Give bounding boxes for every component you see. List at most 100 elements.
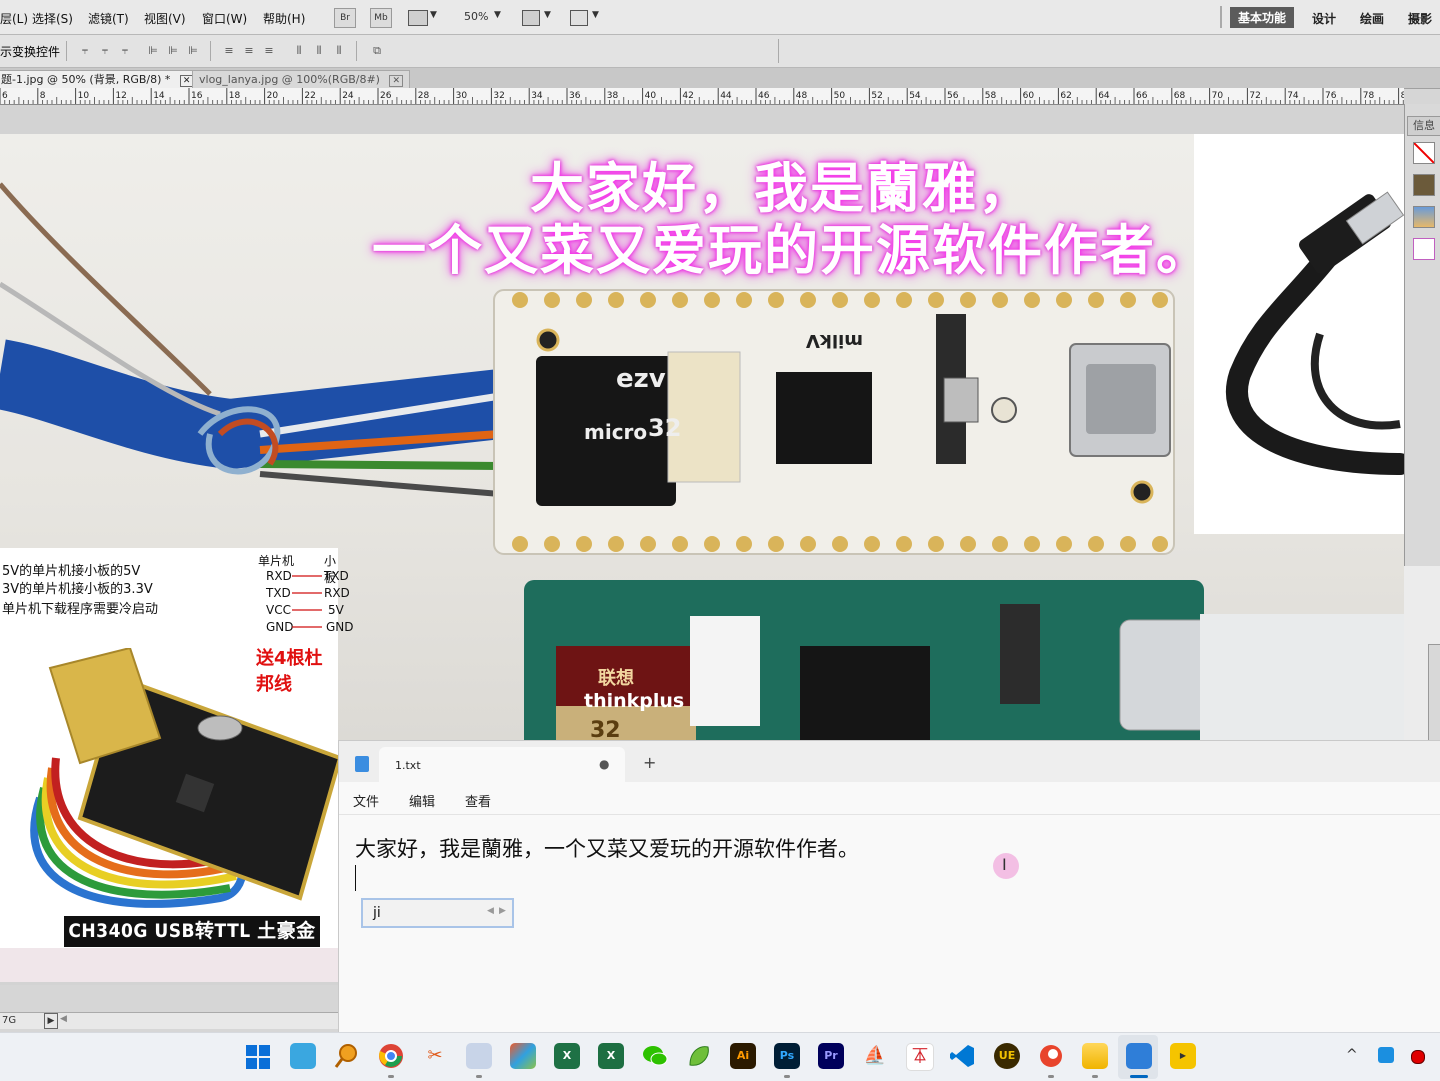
show-transform-controls-label[interactable]: 示变换控件 bbox=[0, 43, 60, 60]
info-panel: 信息 bbox=[1404, 104, 1440, 566]
ime-input-text: ji bbox=[373, 905, 381, 921]
bridge-button[interactable]: Br bbox=[334, 8, 356, 28]
start-icon[interactable] bbox=[246, 1045, 270, 1069]
align-bottom-icon[interactable]: ⫧ bbox=[118, 44, 132, 58]
scrollbar[interactable] bbox=[1428, 644, 1440, 746]
tray-app-icon[interactable] bbox=[1378, 1047, 1394, 1063]
unsaved-dot-icon[interactable]: ● bbox=[599, 757, 609, 771]
leaf-app-icon[interactable] bbox=[686, 1043, 712, 1069]
ship-app-icon[interactable]: ⛵ bbox=[862, 1043, 888, 1069]
no-color-icon[interactable] bbox=[1413, 142, 1435, 164]
text-caret bbox=[355, 865, 356, 891]
pin-arrows bbox=[292, 575, 322, 628]
close-icon[interactable]: ✕ bbox=[389, 75, 404, 87]
workspace-painting[interactable]: 绘画 bbox=[1360, 10, 1384, 27]
chevron-up-icon[interactable]: ^ bbox=[1346, 1047, 1358, 1063]
new-tab-button[interactable]: + bbox=[643, 753, 656, 772]
menu-view[interactable]: 查看 bbox=[465, 791, 491, 810]
options-bar: 示变换控件 ⫧ ⫧ ⫧ ⊫ ⊫ ⊫ ≡ ≡ ≡ ⦀ ⦀ ⦀ ⧉ bbox=[0, 35, 1440, 68]
ruler-label: 6 bbox=[2, 91, 8, 101]
align-vcenter-icon[interactable]: ⫧ bbox=[98, 44, 112, 58]
board-label: milkV bbox=[806, 330, 863, 351]
premiere-icon[interactable]: Pr bbox=[818, 1043, 844, 1069]
notepad-app-icon bbox=[355, 756, 369, 772]
distribute-hcenter-icon[interactable]: ⦀ bbox=[312, 44, 326, 58]
arrow-left-icon[interactable]: ◀ bbox=[60, 1014, 67, 1024]
distribute-bottom-icon[interactable]: ≡ bbox=[262, 44, 276, 58]
swatch-brown-icon[interactable] bbox=[1413, 174, 1435, 196]
workspace-photography[interactable]: 摄影 bbox=[1408, 10, 1432, 27]
excel-icon[interactable]: X bbox=[554, 1043, 580, 1069]
auto-align-icon[interactable]: ⧉ bbox=[370, 44, 384, 58]
divider bbox=[66, 41, 67, 61]
ime-candidate-box[interactable]: ji ◀ ▶ bbox=[361, 898, 514, 928]
record-icon[interactable] bbox=[1411, 1050, 1425, 1064]
align-top-icon[interactable]: ⫧ bbox=[78, 44, 92, 58]
notepad-titlebar: 1.txt ● + bbox=[339, 741, 1440, 782]
zoom-level[interactable]: 50% bbox=[464, 10, 488, 23]
arrange-documents-icon[interactable] bbox=[522, 10, 540, 26]
tab-document-1[interactable]: 题-1.jpg @ 50% (背景, RGB/8) * ✕ bbox=[0, 70, 201, 88]
distribute-left-icon[interactable]: ⦀ bbox=[292, 44, 306, 58]
align-left-icon[interactable]: ⊫ bbox=[146, 44, 160, 58]
view-extras-icon[interactable] bbox=[408, 10, 428, 26]
ultraedit-icon[interactable]: UE bbox=[994, 1043, 1020, 1069]
ruler-label: 8 bbox=[40, 91, 46, 101]
chrome-icon[interactable] bbox=[378, 1043, 404, 1069]
ch340-product-image[interactable]: 5V的单片机接小板的5V 3V的单片机接小板的3.3V 单片机下载程序需要冷启动… bbox=[0, 548, 354, 948]
files-app-icon[interactable] bbox=[290, 1043, 316, 1069]
notepad-icon[interactable] bbox=[1126, 1043, 1152, 1069]
workspace-essentials[interactable]: 基本功能 bbox=[1230, 7, 1295, 28]
ruler-label: 74 bbox=[1287, 91, 1299, 101]
chevron-down-icon[interactable]: ▼ bbox=[544, 10, 551, 20]
ruler-label: 16 bbox=[191, 91, 203, 101]
distribute-right-icon[interactable]: ⦀ bbox=[332, 44, 346, 58]
chevron-down-icon[interactable]: ▼ bbox=[430, 10, 437, 20]
terminal-icon[interactable] bbox=[466, 1043, 492, 1069]
ime-next-icon[interactable]: ▶ bbox=[499, 906, 506, 916]
pin-left: VCC bbox=[266, 603, 291, 617]
menu-file[interactable]: 文件 bbox=[353, 791, 379, 810]
panel-tab-info[interactable]: 信息 bbox=[1407, 116, 1440, 136]
status-zoom[interactable]: 7G bbox=[2, 1015, 16, 1026]
screen-mode-icon[interactable] bbox=[570, 10, 588, 26]
menu-select[interactable]: 选择(S) bbox=[32, 10, 73, 27]
distribute-vcenter-icon[interactable]: ≡ bbox=[242, 44, 256, 58]
photoshop-icon[interactable]: Ps bbox=[774, 1043, 800, 1069]
notepad-tab[interactable]: 1.txt ● bbox=[379, 747, 625, 782]
menu-layer[interactable]: 层(L) bbox=[0, 10, 28, 27]
swatch-white-icon[interactable] bbox=[1413, 238, 1435, 260]
chevron-down-icon[interactable]: ▼ bbox=[494, 10, 501, 20]
chevron-down-icon[interactable]: ▼ bbox=[592, 10, 599, 20]
menu-edit[interactable]: 编辑 bbox=[409, 791, 435, 810]
potplayer-icon[interactable]: ▶ bbox=[1170, 1043, 1196, 1069]
horizontal-ruler: 6 8 10 12 14 16 18 20 22 24 26 28 30 32 34 36 38 40 42 44 46… bbox=[0, 88, 1404, 105]
pin-left: TXD bbox=[266, 586, 291, 600]
mini-bridge-button[interactable]: Mb bbox=[370, 8, 392, 28]
align-right-icon[interactable]: ⊫ bbox=[186, 44, 200, 58]
menu-filter[interactable]: 滤镜(T) bbox=[88, 10, 129, 27]
arrow-right-icon[interactable]: ▶ bbox=[44, 1013, 58, 1029]
pin-right: GND bbox=[326, 620, 354, 634]
ruler-label: 48 bbox=[796, 91, 808, 101]
workspace-design[interactable]: 设计 bbox=[1312, 10, 1336, 27]
excel2-icon[interactable]: X bbox=[598, 1043, 624, 1069]
align-hcenter-icon[interactable]: ⊫ bbox=[166, 44, 180, 58]
menu-window[interactable]: 窗口(W) bbox=[202, 10, 247, 27]
illustrator-icon[interactable]: Ai bbox=[730, 1043, 756, 1069]
acrobat-icon[interactable]: ⏄ bbox=[906, 1043, 934, 1071]
image-thumbnail-icon[interactable] bbox=[1413, 206, 1435, 228]
menu-view[interactable]: 视图(V) bbox=[144, 10, 186, 27]
wechat-icon[interactable] bbox=[642, 1043, 668, 1069]
connect-icon[interactable] bbox=[510, 1043, 536, 1069]
search-icon[interactable] bbox=[334, 1043, 360, 1069]
menu-help[interactable]: 帮助(H) bbox=[263, 10, 305, 27]
vscode-icon[interactable] bbox=[950, 1043, 976, 1069]
snip-icon[interactable]: ✂ bbox=[422, 1043, 448, 1069]
tab-document-2[interactable]: vlog_lanya.jpg @ 100%(RGB/8#) ✕ bbox=[192, 70, 411, 88]
distribute-top-icon[interactable]: ≡ bbox=[222, 44, 236, 58]
ruler-label: 32 bbox=[493, 91, 504, 101]
ime-prev-icon[interactable]: ◀ bbox=[487, 906, 494, 916]
swirl-app-icon[interactable] bbox=[1038, 1043, 1064, 1069]
file-explorer-icon[interactable] bbox=[1082, 1043, 1108, 1069]
